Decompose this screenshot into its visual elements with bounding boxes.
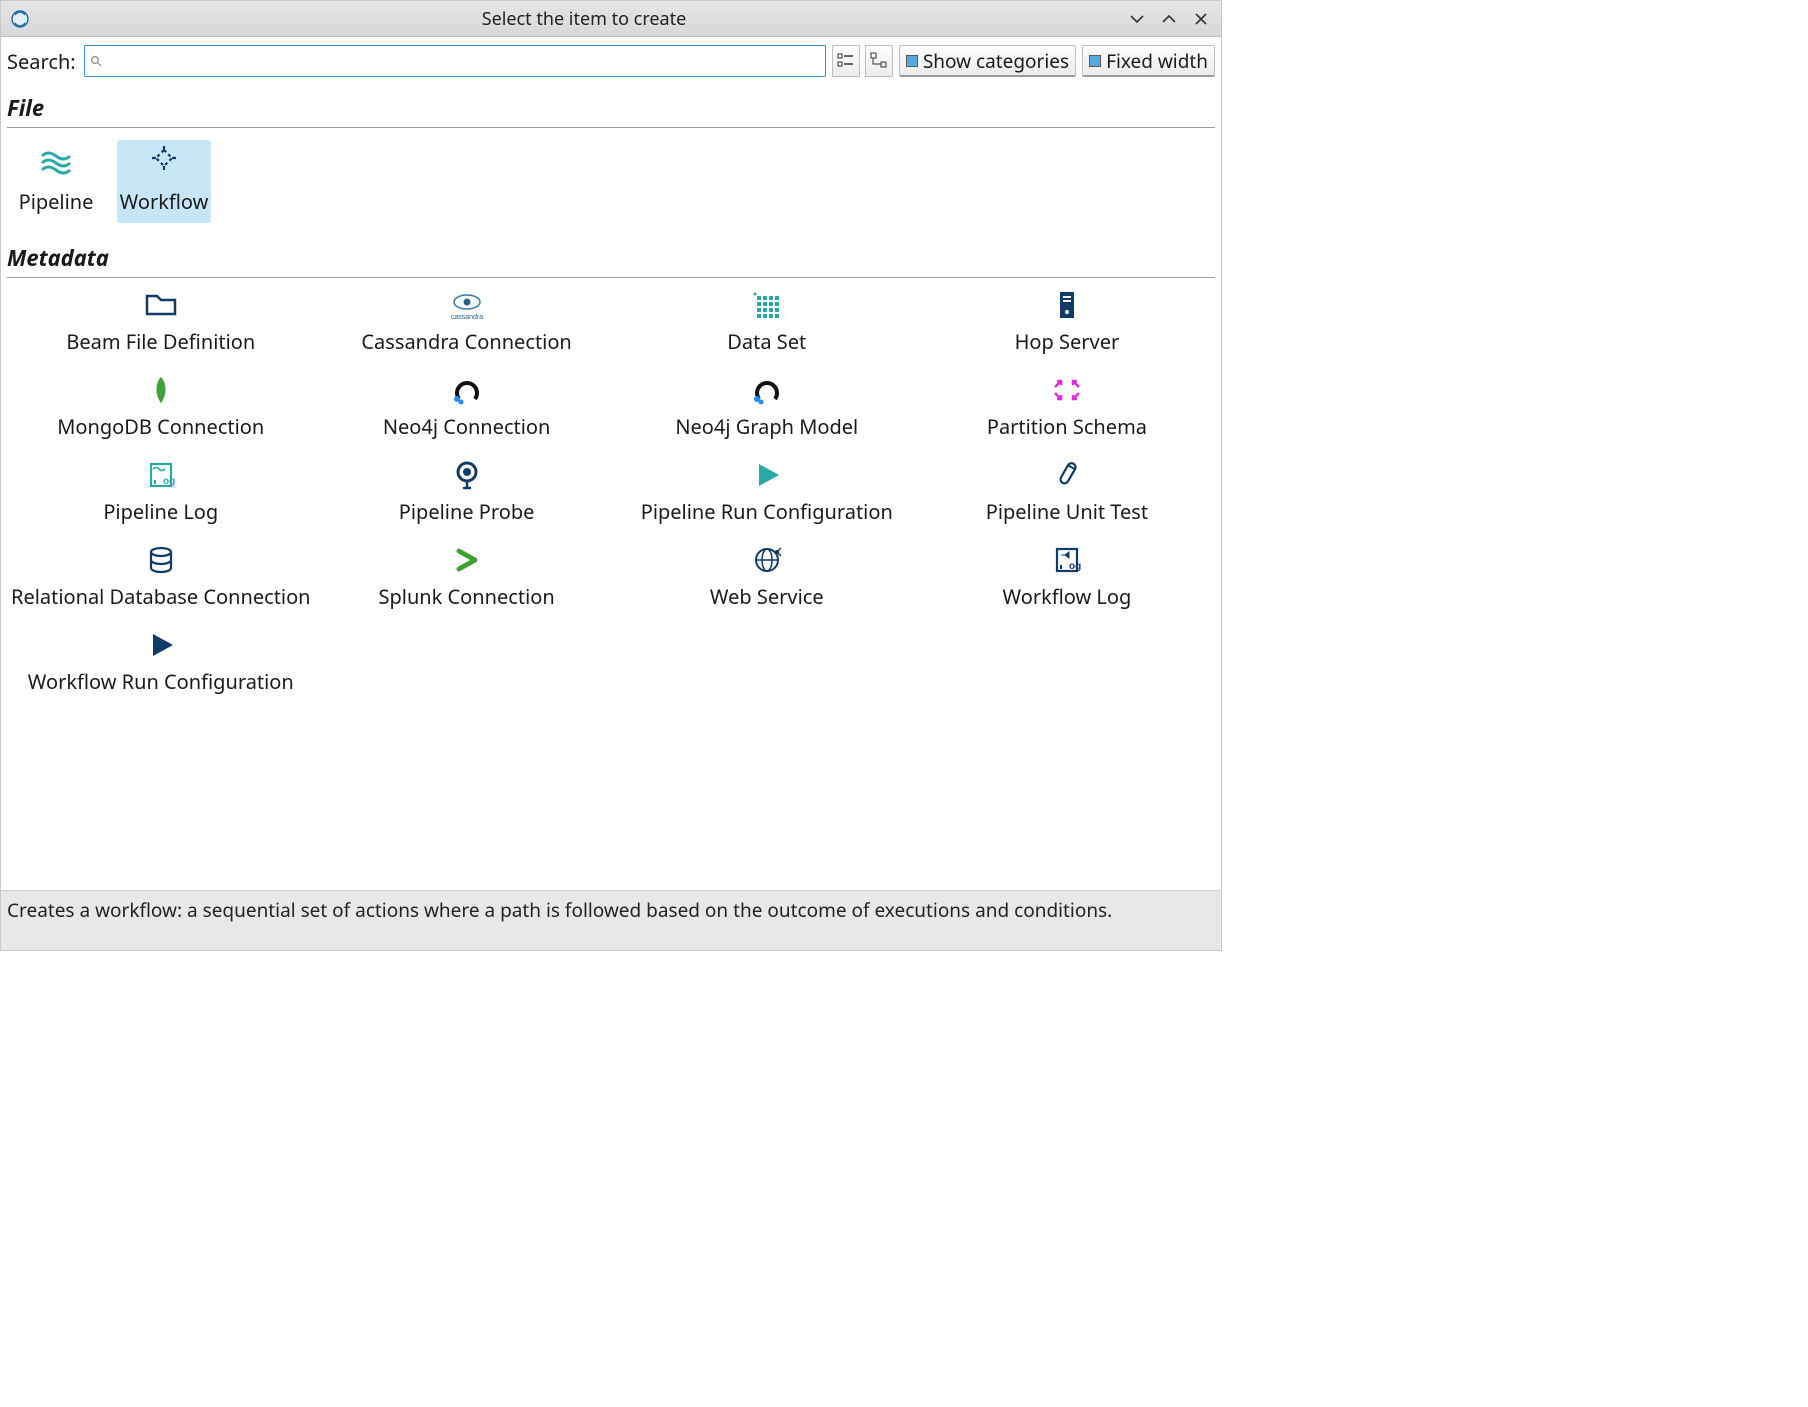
chevron-green-icon bbox=[445, 543, 489, 577]
globe-navy-icon bbox=[745, 543, 789, 577]
metadata-item-neo4j-graph-model[interactable]: Neo4j Graph Model bbox=[621, 371, 913, 446]
metadata-item-hop-server[interactable]: Hop Server bbox=[921, 286, 1213, 361]
cassandra-eye-icon: cassandra bbox=[445, 288, 489, 322]
search-icon bbox=[90, 55, 102, 67]
svg-text:og: og bbox=[163, 476, 175, 487]
play-teal-icon bbox=[745, 458, 789, 492]
tube-navy-icon bbox=[1045, 458, 1089, 492]
metadata-item-label: Data Set bbox=[727, 328, 806, 355]
search-label: Search: bbox=[7, 48, 78, 75]
dialog-window: Select the item to create Search: Show c… bbox=[0, 0, 1222, 951]
minimize-icon[interactable] bbox=[1129, 11, 1147, 27]
metadata-grid: Beam File Definition cassandra Cassandra C… bbox=[7, 286, 1215, 701]
neo4j-arc-icon bbox=[745, 373, 789, 407]
checkbox-icon bbox=[906, 55, 918, 67]
status-description: Creates a workflow: a sequential set of … bbox=[7, 897, 1112, 923]
leaf-green-icon bbox=[139, 373, 183, 407]
content-area: File Pipeline Workflow Metadata Beam File… bbox=[1, 83, 1221, 890]
window-controls bbox=[1129, 11, 1213, 27]
metadata-item-beam-file-definition[interactable]: Beam File Definition bbox=[9, 286, 313, 361]
checkbox-icon bbox=[1089, 55, 1101, 67]
file-item-label: Pipeline bbox=[19, 188, 94, 215]
waves-teal-icon bbox=[36, 146, 76, 180]
statusbar: Creates a workflow: a sequential set of … bbox=[1, 890, 1221, 950]
section-heading-metadata: Metadata bbox=[7, 237, 1215, 275]
partition-magenta-icon bbox=[1045, 373, 1089, 407]
window-title: Select the item to create bbox=[39, 7, 1129, 31]
svg-text:cassandra: cassandra bbox=[450, 314, 482, 321]
metadata-item-label: Cassandra Connection bbox=[361, 328, 571, 355]
toolbar: Search: Show categories Fixed width bbox=[1, 37, 1221, 83]
app-icon bbox=[9, 8, 31, 30]
metadata-item-label: Pipeline Probe bbox=[399, 498, 535, 525]
section-heading-file: File bbox=[7, 87, 1215, 125]
file-item-pipeline[interactable]: Pipeline bbox=[9, 140, 103, 223]
metadata-item-partition-schema[interactable]: Partition Schema bbox=[921, 371, 1213, 446]
metadata-item-pipeline-probe[interactable]: Pipeline Probe bbox=[321, 456, 613, 531]
metadata-item-label: Relational Database Connection bbox=[11, 583, 311, 610]
fixed-width-label: Fixed width bbox=[1106, 48, 1208, 74]
metadata-item-label: Beam File Definition bbox=[66, 328, 255, 355]
folder-navy-icon bbox=[139, 288, 183, 322]
grid-teal-icon bbox=[745, 288, 789, 322]
metadata-item-data-set[interactable]: Data Set bbox=[621, 286, 913, 361]
search-wrap bbox=[84, 45, 826, 77]
server-navy-icon bbox=[1045, 288, 1089, 322]
show-categories-toggle[interactable]: Show categories bbox=[899, 45, 1076, 77]
divider bbox=[7, 127, 1215, 128]
divider bbox=[7, 277, 1215, 278]
show-categories-label: Show categories bbox=[923, 48, 1069, 74]
metadata-item-label: Pipeline Unit Test bbox=[986, 498, 1148, 525]
metadata-item-pipeline-log[interactable]: og Pipeline Log bbox=[9, 456, 313, 531]
metadata-item-pipeline-unit-test[interactable]: Pipeline Unit Test bbox=[921, 456, 1213, 531]
metadata-item-label: Pipeline Log bbox=[103, 498, 218, 525]
log-teal-icon: og bbox=[139, 458, 183, 492]
metadata-item-label: Workflow Run Configuration bbox=[28, 668, 294, 695]
metadata-item-label: Neo4j Graph Model bbox=[675, 413, 858, 440]
metadata-item-cassandra-connection[interactable]: cassandra Cassandra Connection bbox=[321, 286, 613, 361]
metadata-item-relational-db-connection[interactable]: Relational Database Connection bbox=[9, 541, 313, 616]
metadata-item-label: Partition Schema bbox=[987, 413, 1147, 440]
file-items-row: Pipeline Workflow bbox=[7, 136, 1215, 237]
metadata-item-splunk-connection[interactable]: Splunk Connection bbox=[321, 541, 613, 616]
metadata-item-neo4j-connection[interactable]: Neo4j Connection bbox=[321, 371, 613, 446]
metadata-item-label: Workflow Log bbox=[1003, 583, 1132, 610]
metadata-item-label: Splunk Connection bbox=[379, 583, 555, 610]
metadata-item-label: Web Service bbox=[710, 583, 824, 610]
workflow-diamond-navy-icon bbox=[144, 146, 184, 180]
view-tree-button[interactable] bbox=[865, 45, 893, 77]
maximize-icon[interactable] bbox=[1161, 11, 1179, 27]
workflow-log-icon: og bbox=[1045, 543, 1089, 577]
metadata-item-label: Pipeline Run Configuration bbox=[641, 498, 893, 525]
titlebar: Select the item to create bbox=[1, 1, 1221, 37]
metadata-item-workflow-run-configuration[interactable]: Workflow Run Configuration bbox=[9, 626, 313, 701]
view-list-button[interactable] bbox=[832, 45, 860, 77]
probe-navy-icon bbox=[445, 458, 489, 492]
close-icon[interactable] bbox=[1193, 11, 1211, 27]
search-input[interactable] bbox=[84, 45, 826, 77]
metadata-item-pipeline-run-configuration[interactable]: Pipeline Run Configuration bbox=[621, 456, 913, 531]
metadata-item-web-service[interactable]: Web Service bbox=[621, 541, 913, 616]
metadata-item-mongodb-connection[interactable]: MongoDB Connection bbox=[9, 371, 313, 446]
file-item-label: Workflow bbox=[120, 188, 209, 215]
database-navy-icon bbox=[139, 543, 183, 577]
file-item-workflow[interactable]: Workflow bbox=[117, 140, 211, 223]
metadata-item-label: MongoDB Connection bbox=[57, 413, 264, 440]
svg-text:og: og bbox=[1069, 561, 1081, 572]
metadata-item-label: Neo4j Connection bbox=[383, 413, 551, 440]
play-navy-icon bbox=[139, 628, 183, 662]
neo4j-arc-icon bbox=[445, 373, 489, 407]
fixed-width-toggle[interactable]: Fixed width bbox=[1082, 45, 1215, 77]
metadata-item-workflow-log[interactable]: og Workflow Log bbox=[921, 541, 1213, 616]
metadata-item-label: Hop Server bbox=[1015, 328, 1120, 355]
